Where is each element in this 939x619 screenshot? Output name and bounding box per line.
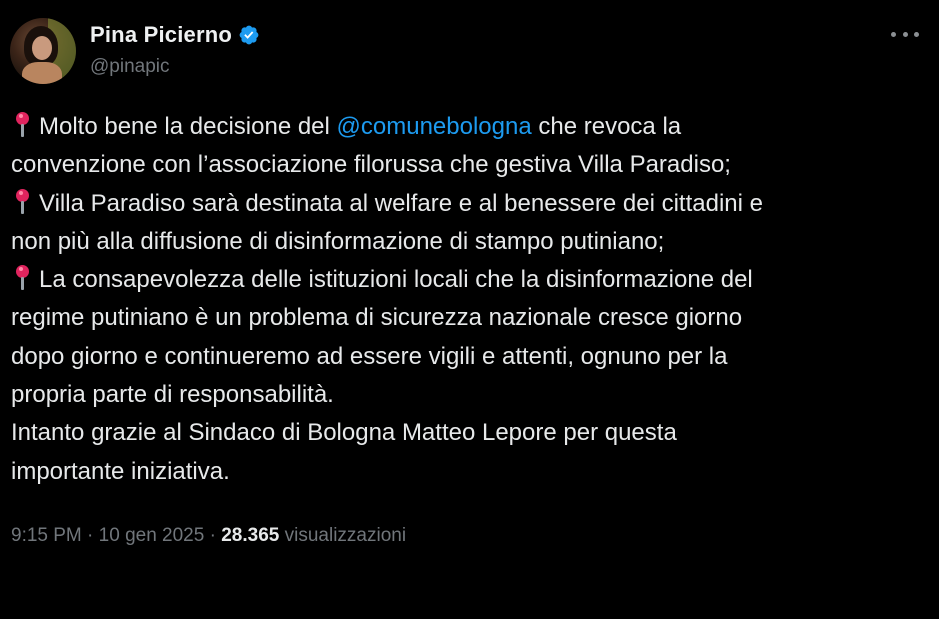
author-handle[interactable]: @pinapic [90,56,170,78]
tweet-line: Molto bene la decisione del @comunebolog… [11,108,931,146]
views-count: 28.365 [221,525,280,546]
tweet-meta: 9:15 PM · 10 gen 2025 · 28.365 visualizz… [11,525,406,547]
views-label: visualizzazioni [279,525,407,546]
round-pushpin-icon [11,110,33,138]
author-row: Pina Picierno [90,22,260,48]
tweet-line: importante iniziativa. [11,457,230,485]
tweet-text-segment: Villa Paradiso sarà destinata al welfare… [39,189,763,217]
more-options-icon[interactable] [891,24,919,44]
tweet-line: regime putiniano è un problema di sicure… [11,304,743,332]
tweet-date[interactable]: 10 gen 2025 [99,525,205,546]
avatar[interactable] [10,18,76,84]
tweet-line: propria parte di responsabilità. [11,381,334,409]
avatar-face [32,36,52,60]
mention-link[interactable]: @comunebologna [337,113,532,140]
tweet-text: Molto bene la decisione del @comunebolog… [11,108,931,491]
verified-badge-icon [239,25,259,45]
more-dot [902,31,908,37]
tweet-line: Intanto grazie al Sindaco di Bologna Mat… [11,419,677,447]
tweet-text-segment: La consapevolezza delle istituzioni loca… [39,266,753,294]
tweet-line: convenzione con l’associazione filorussa… [11,151,731,179]
author-name[interactable]: Pina Picierno [90,22,232,48]
meta-separator: · [204,525,222,546]
tweet-text-segment: che revoca la [531,113,682,140]
tweet-line: dopo giorno e continueremo ad essere vig… [11,342,728,370]
tweet-line: Villa Paradiso sarà destinata al welfare… [11,185,931,223]
avatar-body [22,62,62,84]
round-pushpin-icon [11,187,33,215]
tweet-text-segment: Molto bene la decisione del [39,113,337,140]
tweet-time[interactable]: 9:15 PM [11,525,82,546]
tweet-line: La consapevolezza delle istituzioni loca… [11,261,931,299]
more-dot [914,31,919,37]
round-pushpin-icon [11,263,33,291]
tweet-line: non più alla diffusione di disinformazio… [11,227,665,255]
more-dot [891,31,896,37]
meta-separator: · [81,525,99,546]
